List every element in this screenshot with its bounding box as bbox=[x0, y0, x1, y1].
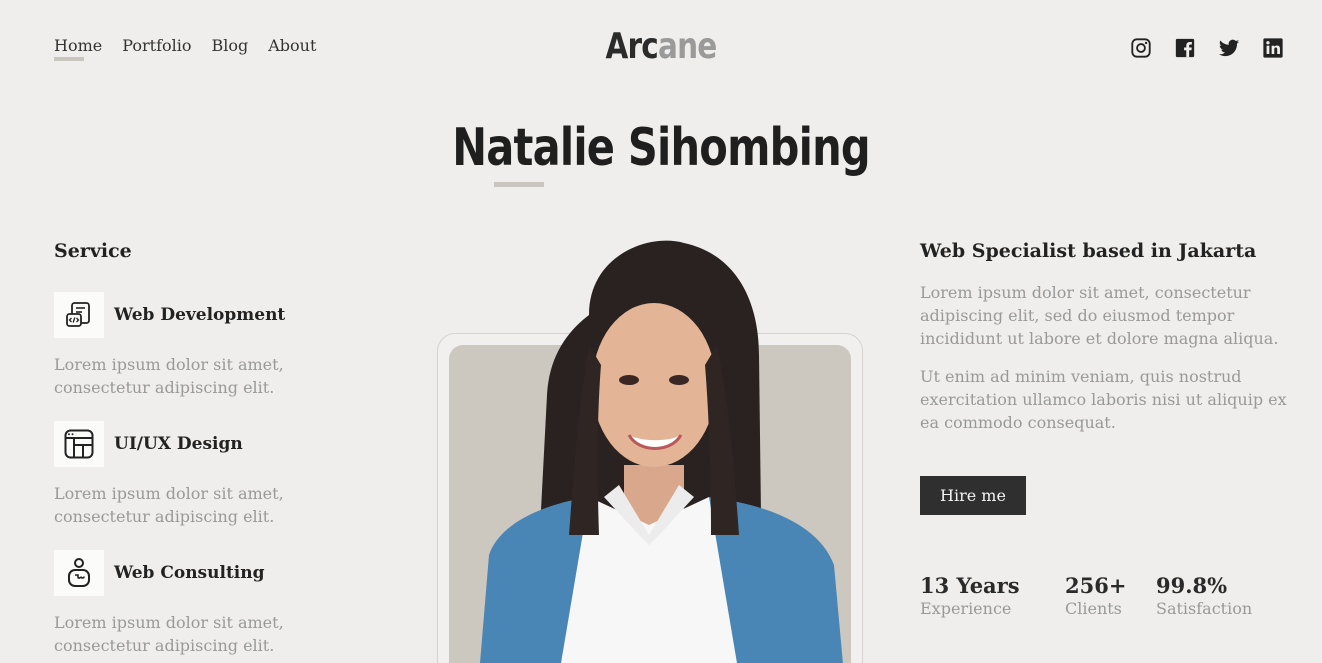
site-logo[interactable]: Arcane bbox=[119, 26, 1203, 67]
services-heading: Service bbox=[54, 240, 132, 262]
consultant-icon bbox=[54, 550, 104, 596]
instagram-icon[interactable] bbox=[1130, 37, 1152, 59]
about-paragraph-1: Lorem ipsum dolor sit amet, consectetur … bbox=[920, 283, 1279, 348]
twitter-icon[interactable] bbox=[1218, 37, 1240, 59]
stat-value: 99.8% bbox=[1156, 573, 1228, 598]
logo-part-dark: Arc bbox=[605, 26, 659, 67]
service-title: Web Development bbox=[114, 305, 286, 325]
hire-me-button[interactable]: Hire me bbox=[920, 476, 1026, 515]
code-document-icon bbox=[54, 292, 104, 338]
about-section: Web Specialist based in Jakarta Lorem ip… bbox=[920, 240, 1290, 449]
service-title: UI/UX Design bbox=[114, 434, 243, 454]
nav-home-link[interactable]: Home bbox=[54, 36, 102, 61]
stat-experience: 13 Years Experience bbox=[920, 573, 1065, 618]
portrait-photo bbox=[480, 240, 843, 663]
service-description: Lorem ipsum dolor sit amet, consectetur … bbox=[54, 613, 284, 655]
service-item-web-consulting: Web Consulting Lorem ipsum dolor sit ame… bbox=[54, 550, 354, 657]
hero-name-underline bbox=[494, 182, 544, 187]
hero-name: Natalie Sihombing bbox=[0, 118, 1322, 178]
social-links bbox=[1130, 37, 1284, 59]
linkedin-icon[interactable] bbox=[1262, 37, 1284, 59]
service-item-web-development: Web Development Lorem ipsum dolor sit am… bbox=[54, 292, 354, 399]
facebook-icon[interactable] bbox=[1174, 37, 1196, 59]
layout-grid-icon bbox=[54, 421, 104, 467]
logo-part-light: ane bbox=[657, 26, 717, 67]
stat-satisfaction: 99.8% Satisfaction bbox=[1156, 573, 1266, 618]
stat-label: Experience bbox=[920, 599, 1012, 618]
service-title: Web Consulting bbox=[114, 563, 265, 583]
service-description: Lorem ipsum dolor sit amet, consectetur … bbox=[54, 355, 284, 397]
stats-row: 13 Years Experience 256+ Clients 99.8% S… bbox=[920, 573, 1266, 618]
stat-value: 256+ bbox=[1065, 573, 1127, 598]
stat-value: 13 Years bbox=[920, 573, 1020, 598]
service-description: Lorem ipsum dolor sit amet, consectetur … bbox=[54, 484, 284, 526]
hero-name-text: Natalie Sihombing bbox=[452, 118, 870, 178]
service-item-ui-ux-design: UI/UX Design Lorem ipsum dolor sit amet,… bbox=[54, 421, 354, 528]
stat-label: Satisfaction bbox=[1156, 599, 1253, 618]
services-section: Service Web Development Lorem ipsum dolo… bbox=[54, 240, 354, 663]
about-heading: Web Specialist based in Jakarta bbox=[920, 240, 1257, 262]
about-paragraph-2: Ut enim ad minim veniam, quis nostrud ex… bbox=[920, 367, 1287, 432]
stat-label: Clients bbox=[1065, 599, 1122, 618]
stat-clients: 256+ Clients bbox=[1065, 573, 1156, 618]
